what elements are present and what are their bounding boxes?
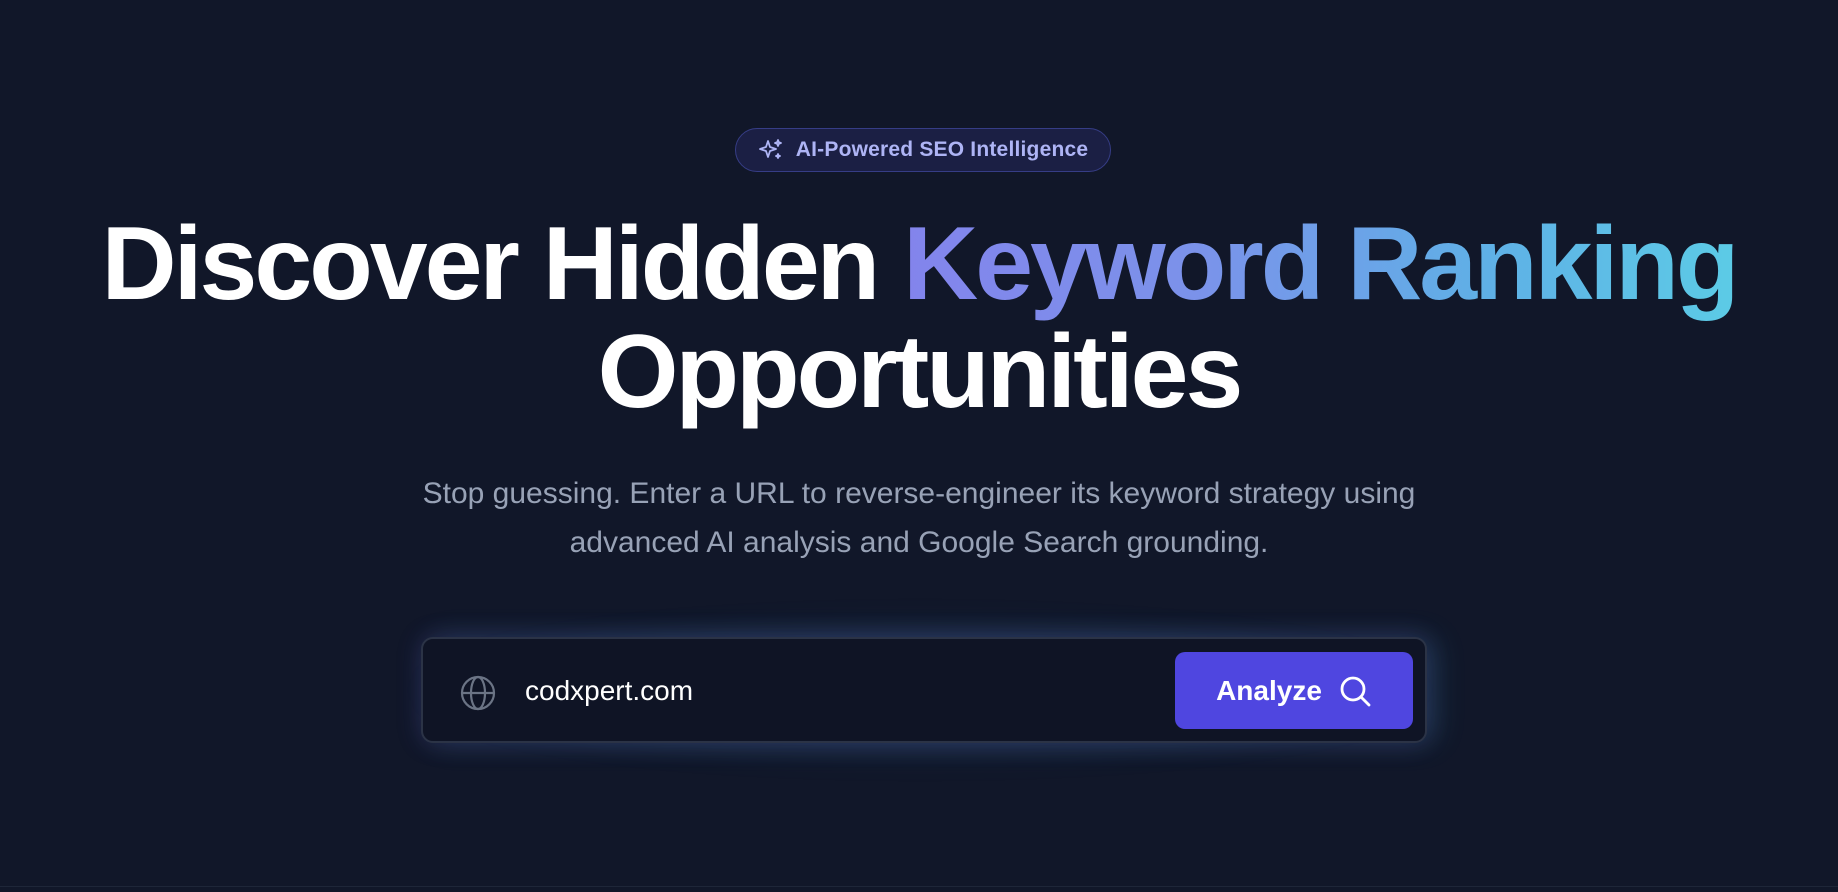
analyze-button[interactable]: Analyze (1175, 652, 1413, 729)
subtitle-line2: advanced AI analysis and Google Search g… (569, 526, 1269, 559)
badge-label: AI-Powered SEO Intelligence (795, 138, 1089, 161)
headline-part1: Discover Hidden (101, 206, 904, 322)
subtitle-line1: Stop guessing. Enter a URL to reverse-en… (422, 477, 1416, 510)
analyze-button-label: Analyze (1216, 674, 1322, 706)
section-divider (0, 886, 1838, 887)
headline-part2: Opportunities (597, 314, 1244, 430)
sparkles-icon (758, 137, 784, 163)
search-icon (1338, 674, 1372, 708)
page-subtitle: Stop guessing. Enter a URL to reverse-en… (369, 469, 1469, 567)
page-headline: Discover Hidden Keyword Ranking Opportun… (0, 210, 1838, 426)
url-input[interactable] (525, 663, 1125, 719)
headline-highlight: Keyword Ranking (903, 206, 1739, 322)
feature-badge: AI-Powered SEO Intelligence (735, 128, 1111, 172)
globe-icon (459, 674, 497, 712)
url-search-box: Analyze (421, 637, 1427, 743)
landing-page: AI-Powered SEO Intelligence Discover Hid… (0, 0, 1838, 892)
